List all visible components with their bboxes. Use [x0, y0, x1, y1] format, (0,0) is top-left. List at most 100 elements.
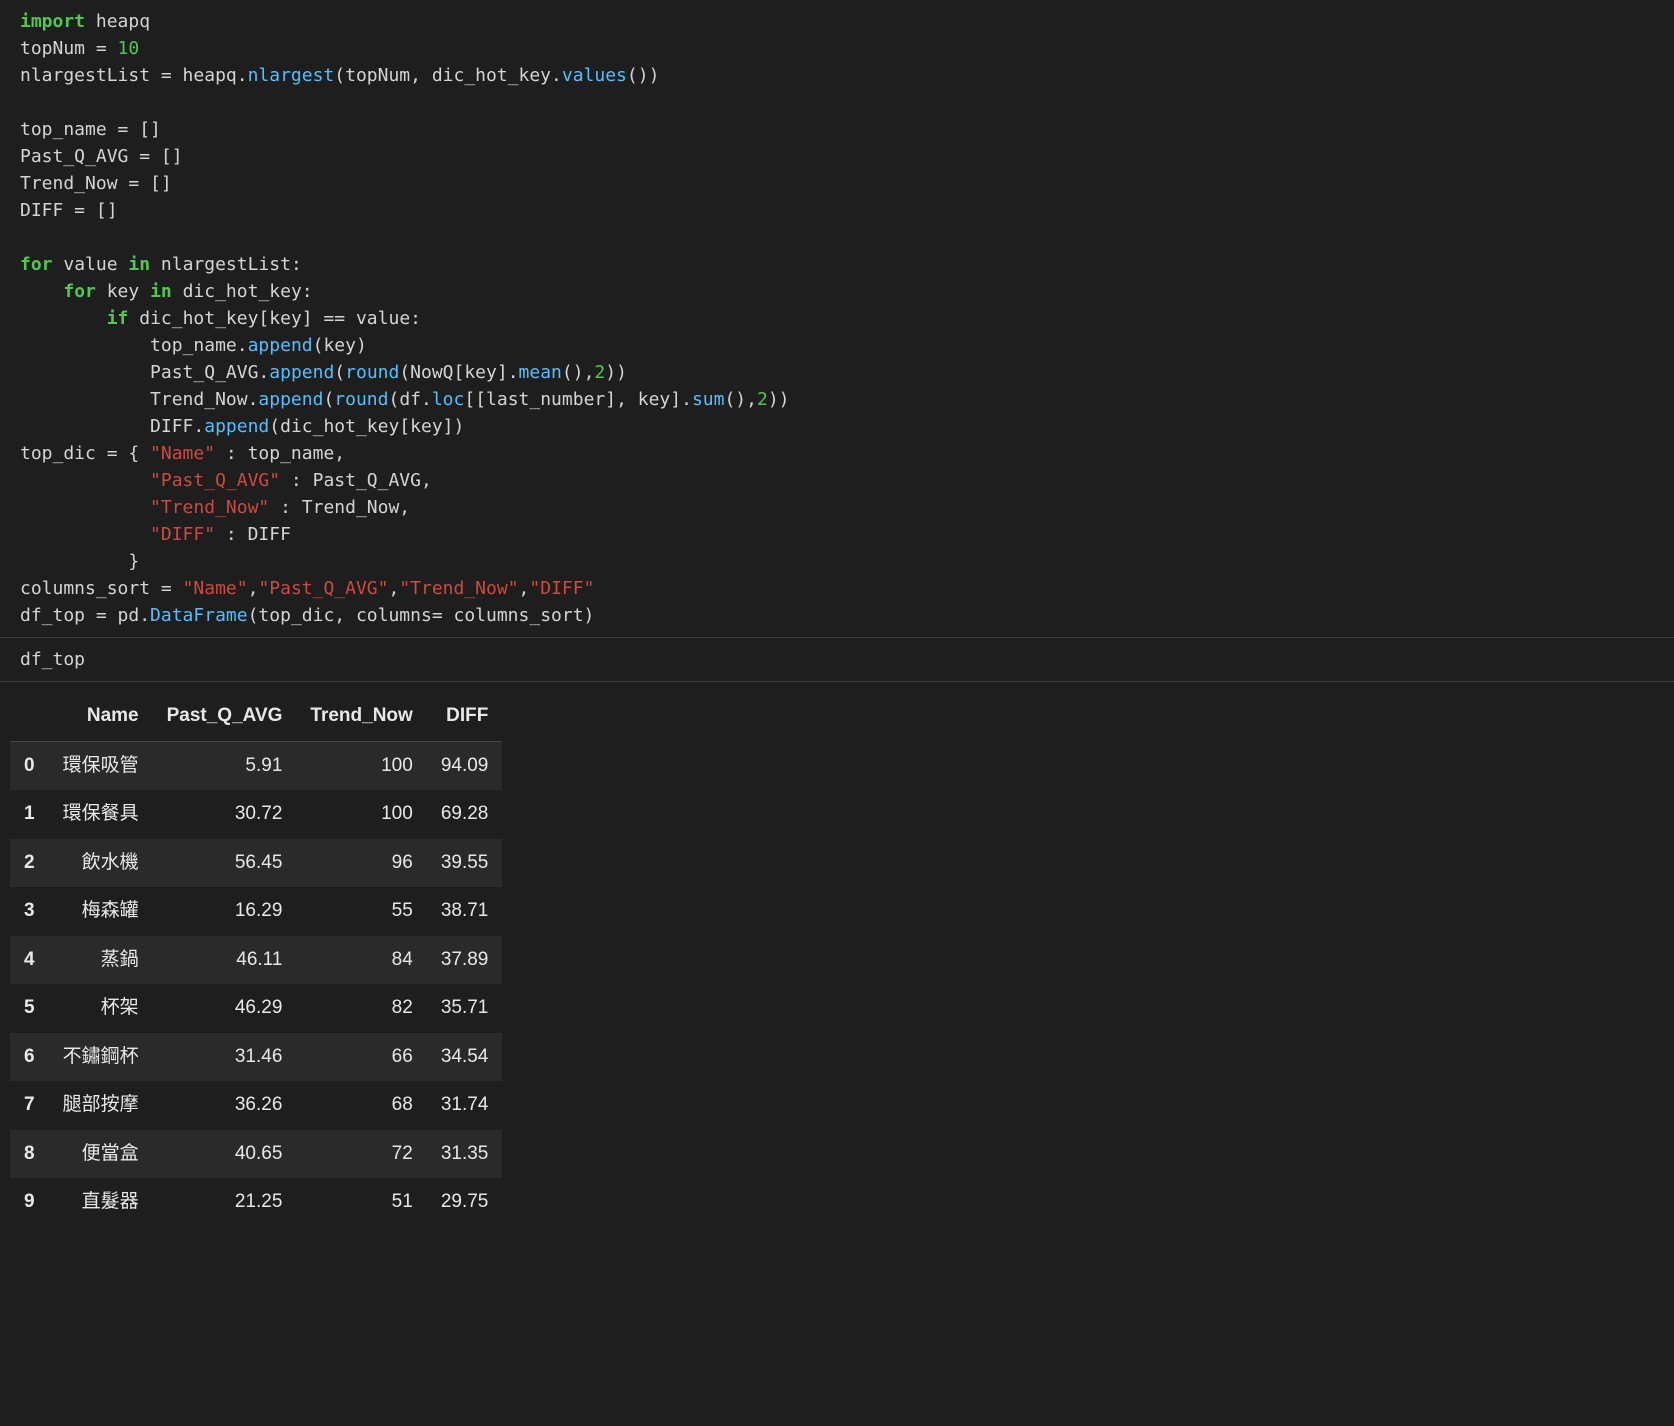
code-token: append	[258, 389, 323, 410]
code-token	[20, 470, 150, 491]
code-token	[20, 551, 128, 572]
code-token: (dic_hot_key[key])	[269, 416, 464, 437]
row-index: 9	[10, 1178, 49, 1227]
row-index: 5	[10, 984, 49, 1033]
table-cell: 31.74	[427, 1081, 503, 1130]
table-cell: 16.29	[153, 887, 297, 936]
table-cell: 56.45	[153, 839, 297, 888]
code-cell-1[interactable]: import heapq topNum = 10 nlargestList = …	[0, 0, 1674, 637]
code-token: (),	[724, 389, 757, 410]
code-token: nlargestList = heapq.	[20, 65, 248, 86]
code-token	[20, 497, 150, 518]
code-token: value	[53, 254, 129, 275]
code-token: : Trend_Now,	[269, 497, 410, 518]
code-token: ))	[605, 362, 627, 383]
table-header: DIFF	[427, 692, 503, 741]
code-token	[20, 362, 150, 383]
code-token: append	[204, 416, 269, 437]
code-token: Trend_Now = []	[20, 173, 172, 194]
code-token: heapq	[85, 11, 150, 32]
code-token: key	[96, 281, 150, 302]
code-token: 10	[118, 38, 140, 59]
table-header: Name	[49, 692, 153, 741]
code-token: df_top = pd.	[20, 605, 150, 626]
table-cell: 100	[296, 741, 426, 790]
table-cell: 40.65	[153, 1130, 297, 1179]
code-token: "DIFF"	[529, 578, 594, 599]
table-cell: 35.71	[427, 984, 503, 1033]
table-row: 1環保餐具30.7210069.28	[10, 790, 502, 839]
code-token	[20, 416, 150, 437]
code-token: ,	[519, 578, 530, 599]
code-token: "Past_Q_AVG"	[258, 578, 388, 599]
table-cell: 46.11	[153, 936, 297, 985]
table-cell: 96	[296, 839, 426, 888]
table-cell: 51	[296, 1178, 426, 1227]
table-cell: 36.26	[153, 1081, 297, 1130]
row-index: 6	[10, 1033, 49, 1082]
table-cell: 37.89	[427, 936, 503, 985]
table-header-row: Name Past_Q_AVG Trend_Now DIFF	[10, 692, 502, 741]
table-header: Trend_Now	[296, 692, 426, 741]
code-token: top_name.	[150, 335, 248, 356]
table-header: Past_Q_AVG	[153, 692, 297, 741]
code-token: "Trend_Now"	[150, 497, 269, 518]
table-cell: 31.46	[153, 1033, 297, 1082]
code-token: nlargestList:	[150, 254, 302, 275]
code-token	[20, 389, 150, 410]
table-row: 6不鏽鋼杯31.466634.54	[10, 1033, 502, 1082]
dataframe-table: Name Past_Q_AVG Trend_Now DIFF 0環保吸管5.91…	[10, 692, 502, 1227]
table-cell: 68	[296, 1081, 426, 1130]
code-token: df_top	[20, 649, 85, 670]
code-token: (top_dic, columns= columns_sort)	[248, 605, 595, 626]
table-cell: 直髮器	[49, 1178, 153, 1227]
table-cell: 5.91	[153, 741, 297, 790]
code-token: dic_hot_key:	[172, 281, 313, 302]
code-cell-2[interactable]: df_top	[0, 637, 1674, 682]
table-row: 8便當盒40.657231.35	[10, 1130, 502, 1179]
table-row: 9直髮器21.255129.75	[10, 1178, 502, 1227]
table-cell: 34.54	[427, 1033, 503, 1082]
row-index: 1	[10, 790, 49, 839]
code-token	[20, 524, 150, 545]
table-cell: 72	[296, 1130, 426, 1179]
code-token: (topNum, dic_hot_key.	[334, 65, 562, 86]
code-token: in	[150, 281, 172, 302]
table-row: 2飲水機56.459639.55	[10, 839, 502, 888]
code-token: columns_sort =	[20, 578, 183, 599]
code-token: mean	[519, 362, 562, 383]
code-token	[20, 335, 150, 356]
table-row: 7腿部按摩36.266831.74	[10, 1081, 502, 1130]
code-token	[20, 281, 63, 302]
code-token: in	[128, 254, 150, 275]
row-index: 7	[10, 1081, 49, 1130]
table-cell: 46.29	[153, 984, 297, 1033]
table-cell: 杯架	[49, 984, 153, 1033]
code-token: (),	[562, 362, 595, 383]
code-token: 2	[757, 389, 768, 410]
code-token: "Trend_Now"	[399, 578, 518, 599]
table-cell: 30.72	[153, 790, 297, 839]
table-cell: 39.55	[427, 839, 503, 888]
code-token: import	[20, 11, 85, 32]
code-token: topNum =	[20, 38, 118, 59]
code-token: dic_hot_key[key] == value:	[128, 308, 421, 329]
code-token: DIFF.	[150, 416, 204, 437]
table-cell: 飲水機	[49, 839, 153, 888]
table-cell: 38.71	[427, 887, 503, 936]
code-token: loc	[432, 389, 465, 410]
code-token: append	[269, 362, 334, 383]
code-token: "Past_Q_AVG"	[150, 470, 280, 491]
table-cell: 21.25	[153, 1178, 297, 1227]
table-row: 0環保吸管5.9110094.09	[10, 741, 502, 790]
table-cell: 82	[296, 984, 426, 1033]
code-token: 2	[594, 362, 605, 383]
code-token: append	[248, 335, 313, 356]
code-token: "DIFF"	[150, 524, 215, 545]
code-token: : Past_Q_AVG,	[280, 470, 432, 491]
code-token: round	[334, 389, 388, 410]
code-token: (key)	[313, 335, 367, 356]
table-row: 3梅森罐16.295538.71	[10, 887, 502, 936]
table-cell: 蒸鍋	[49, 936, 153, 985]
row-index: 0	[10, 741, 49, 790]
